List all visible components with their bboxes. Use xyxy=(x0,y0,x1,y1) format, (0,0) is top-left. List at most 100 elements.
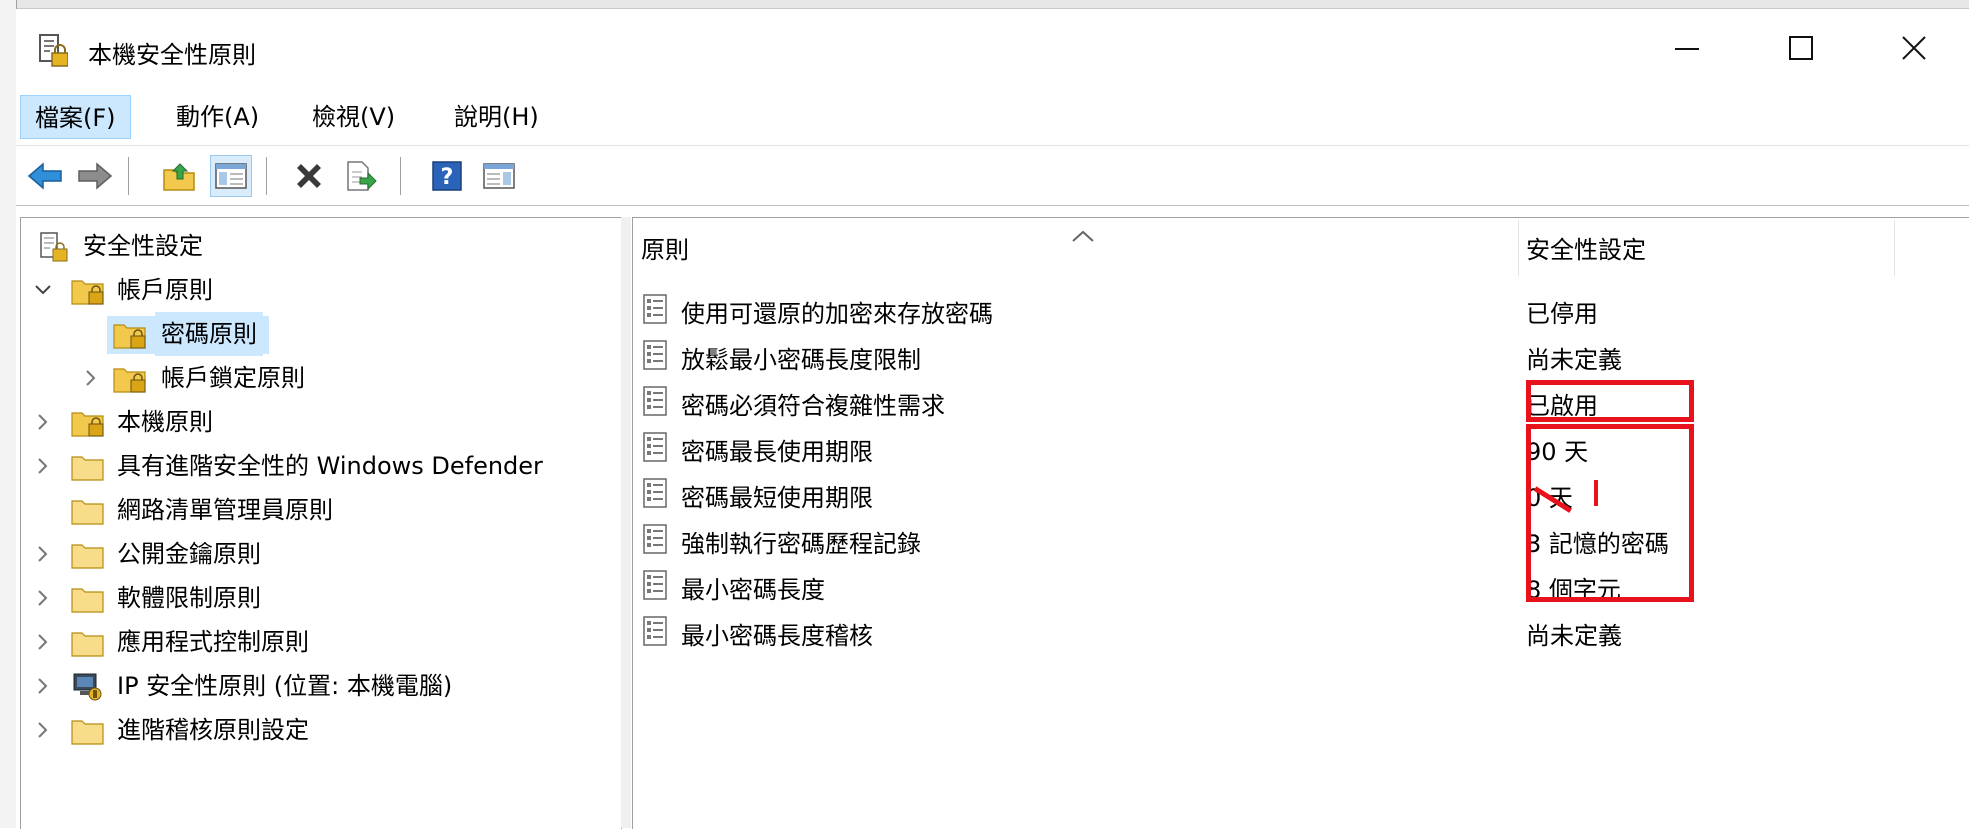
tree-item-password-policy[interactable]: 密碼原則 xyxy=(31,312,611,356)
policy-document-icon xyxy=(643,432,667,462)
tree-item-label: 安全性設定 xyxy=(83,232,203,260)
policy-name: 最小密碼長度稽核 xyxy=(681,622,873,650)
tree-item-account-lockout-policy[interactable]: 帳戶鎖定原則 xyxy=(31,356,611,400)
chevron-right-icon[interactable] xyxy=(31,664,55,708)
tree-item-label: 公開金鑰原則 xyxy=(117,540,261,568)
tree-item-label: 本機原則 xyxy=(117,408,213,436)
back-arrow-icon xyxy=(27,162,62,190)
back-button[interactable] xyxy=(24,155,66,197)
tree-item-label: 帳戶鎖定原則 xyxy=(161,364,305,392)
background-window-edge-left xyxy=(0,0,17,828)
up-folder-icon xyxy=(163,163,195,191)
locked-folder-icon xyxy=(71,280,104,305)
console-tree-pane[interactable]: 安全性設定 帳戶原則 密碼原則 帳戶鎖定原則 本機原則 具有進階安全性的 Win… xyxy=(20,217,622,829)
policy-document-icon xyxy=(643,524,667,554)
sort-ascending-icon xyxy=(1071,224,1095,249)
policy-name: 放鬆最小密碼長度限制 xyxy=(681,346,921,374)
chevron-right-icon[interactable] xyxy=(31,708,55,752)
maximize-button[interactable] xyxy=(1756,23,1846,73)
policy-name: 最小密碼長度 xyxy=(681,576,825,604)
tree-item-advanced-audit-policy[interactable]: 進階稽核原則設定 xyxy=(31,708,611,752)
toolbar-separator xyxy=(400,157,401,195)
delete-icon xyxy=(297,164,321,188)
list-item[interactable]: 密碼必須符合複雜性需求 已啟用 xyxy=(633,378,1969,424)
tree-item-software-restriction-policies[interactable]: 軟體限制原則 xyxy=(31,576,611,620)
list-item[interactable]: 強制執行密碼歷程記錄 3 記憶的密碼 xyxy=(633,516,1969,562)
action-pane-icon xyxy=(483,163,515,189)
tree-item-label: 帳戶原則 xyxy=(117,276,213,304)
list-item[interactable]: 密碼最長使用期限 90 天 xyxy=(633,424,1969,470)
close-icon xyxy=(1902,36,1926,60)
list-item[interactable]: 放鬆最小密碼長度限制 尚未定義 xyxy=(633,332,1969,378)
chevron-right-icon[interactable] xyxy=(31,576,55,620)
security-policy-icon xyxy=(39,34,68,67)
tree-item-label: 進階稽核原則設定 xyxy=(117,716,309,744)
column-divider[interactable] xyxy=(1894,220,1895,276)
tree-item-label: 軟體限制原則 xyxy=(117,584,261,612)
policy-list-pane[interactable]: 原則 安全性設定 使用可還原的加密來存放密碼 已停用 放鬆最小密碼長度限制 尚未… xyxy=(632,217,1969,829)
chevron-right-icon[interactable] xyxy=(31,532,55,576)
minimize-icon xyxy=(1675,48,1699,50)
maximize-icon xyxy=(1789,36,1813,60)
tree-item-label: 密碼原則 xyxy=(155,312,263,356)
tree-item-account-policies[interactable]: 帳戶原則 xyxy=(31,268,611,312)
tree-item-security-settings[interactable]: 安全性設定 xyxy=(31,224,611,268)
column-header-security-setting[interactable]: 安全性設定 xyxy=(1518,218,1894,282)
export-list-button[interactable] xyxy=(340,155,382,197)
tree-item-local-policies[interactable]: 本機原則 xyxy=(31,400,611,444)
policy-name: 使用可還原的加密來存放密碼 xyxy=(681,300,993,328)
column-header-label: 安全性設定 xyxy=(1526,236,1646,264)
locked-folder-icon xyxy=(113,324,146,349)
menu-action[interactable]: 動作(A) xyxy=(162,95,273,139)
ip-security-icon xyxy=(73,673,102,701)
folder-icon xyxy=(71,456,104,481)
tree-item-label: 應用程式控制原則 xyxy=(117,628,309,656)
tree-item-application-control-policies[interactable]: 應用程式控制原則 xyxy=(31,620,611,664)
toolbar-separator xyxy=(128,157,129,195)
menu-view[interactable]: 檢視(V) xyxy=(298,95,409,139)
menu-bar: 檔案(F) 動作(A) 檢視(V) 說明(H) xyxy=(16,89,1969,146)
show-hide-action-pane-button[interactable] xyxy=(478,155,520,197)
list-item[interactable]: 最小密碼長度稽核 尚未定義 xyxy=(633,608,1969,654)
list-item[interactable]: 最小密碼長度 8 個字元 xyxy=(633,562,1969,608)
export-list-icon xyxy=(347,161,377,191)
chevron-right-icon[interactable] xyxy=(31,444,55,488)
tree-item-ip-security-policies[interactable]: IP 安全性原則 (位置: 本機電腦) xyxy=(31,664,611,708)
policy-document-icon xyxy=(643,570,667,600)
chevron-down-icon[interactable] xyxy=(31,268,55,312)
chevron-right-icon[interactable] xyxy=(79,356,103,400)
folder-icon xyxy=(71,720,104,745)
tree-item-network-list-manager-policies[interactable]: 網路清單管理員原則 xyxy=(31,488,611,532)
background-window-edge xyxy=(0,0,1969,9)
folder-icon xyxy=(71,544,104,569)
policy-name: 強制執行密碼歷程記錄 xyxy=(681,530,921,558)
help-button[interactable]: ? xyxy=(426,155,468,197)
list-item[interactable]: 密碼最短使用期限 0 天 xyxy=(633,470,1969,516)
tree-item-windows-defender-firewall[interactable]: 具有進階安全性的 Windows Defender xyxy=(31,444,611,488)
policy-document-icon xyxy=(643,294,667,324)
tree-item-label: 網路清單管理員原則 xyxy=(117,496,333,524)
show-hide-console-tree-button[interactable] xyxy=(210,155,252,197)
policy-name: 密碼必須符合複雜性需求 xyxy=(681,392,945,420)
policy-document-icon xyxy=(643,386,667,416)
title-bar[interactable]: 本機安全性原則 xyxy=(16,9,1969,87)
tree-item-public-key-policies[interactable]: 公開金鑰原則 xyxy=(31,532,611,576)
list-item[interactable]: 使用可還原的加密來存放密碼 已停用 xyxy=(633,286,1969,332)
chevron-right-icon[interactable] xyxy=(31,620,55,664)
pane-splitter[interactable] xyxy=(621,217,631,828)
delete-button[interactable] xyxy=(288,155,330,197)
minimize-button[interactable] xyxy=(1642,23,1732,73)
menu-file[interactable]: 檔案(F) xyxy=(20,95,131,139)
folder-icon xyxy=(71,500,104,525)
menu-help[interactable]: 說明(H) xyxy=(440,95,553,139)
annotation-cursor-mark xyxy=(1594,480,1598,506)
policy-document-icon xyxy=(643,478,667,508)
tree-item-label: 具有進階安全性的 Windows Defender xyxy=(117,452,543,480)
policy-setting: 尚未定義 xyxy=(1526,622,1622,650)
chevron-right-icon[interactable] xyxy=(31,400,55,444)
close-button[interactable] xyxy=(1869,23,1959,73)
forward-button[interactable] xyxy=(74,155,116,197)
up-one-level-button[interactable] xyxy=(158,155,200,197)
policy-setting: 已停用 xyxy=(1526,300,1598,328)
policy-document-icon xyxy=(643,340,667,370)
